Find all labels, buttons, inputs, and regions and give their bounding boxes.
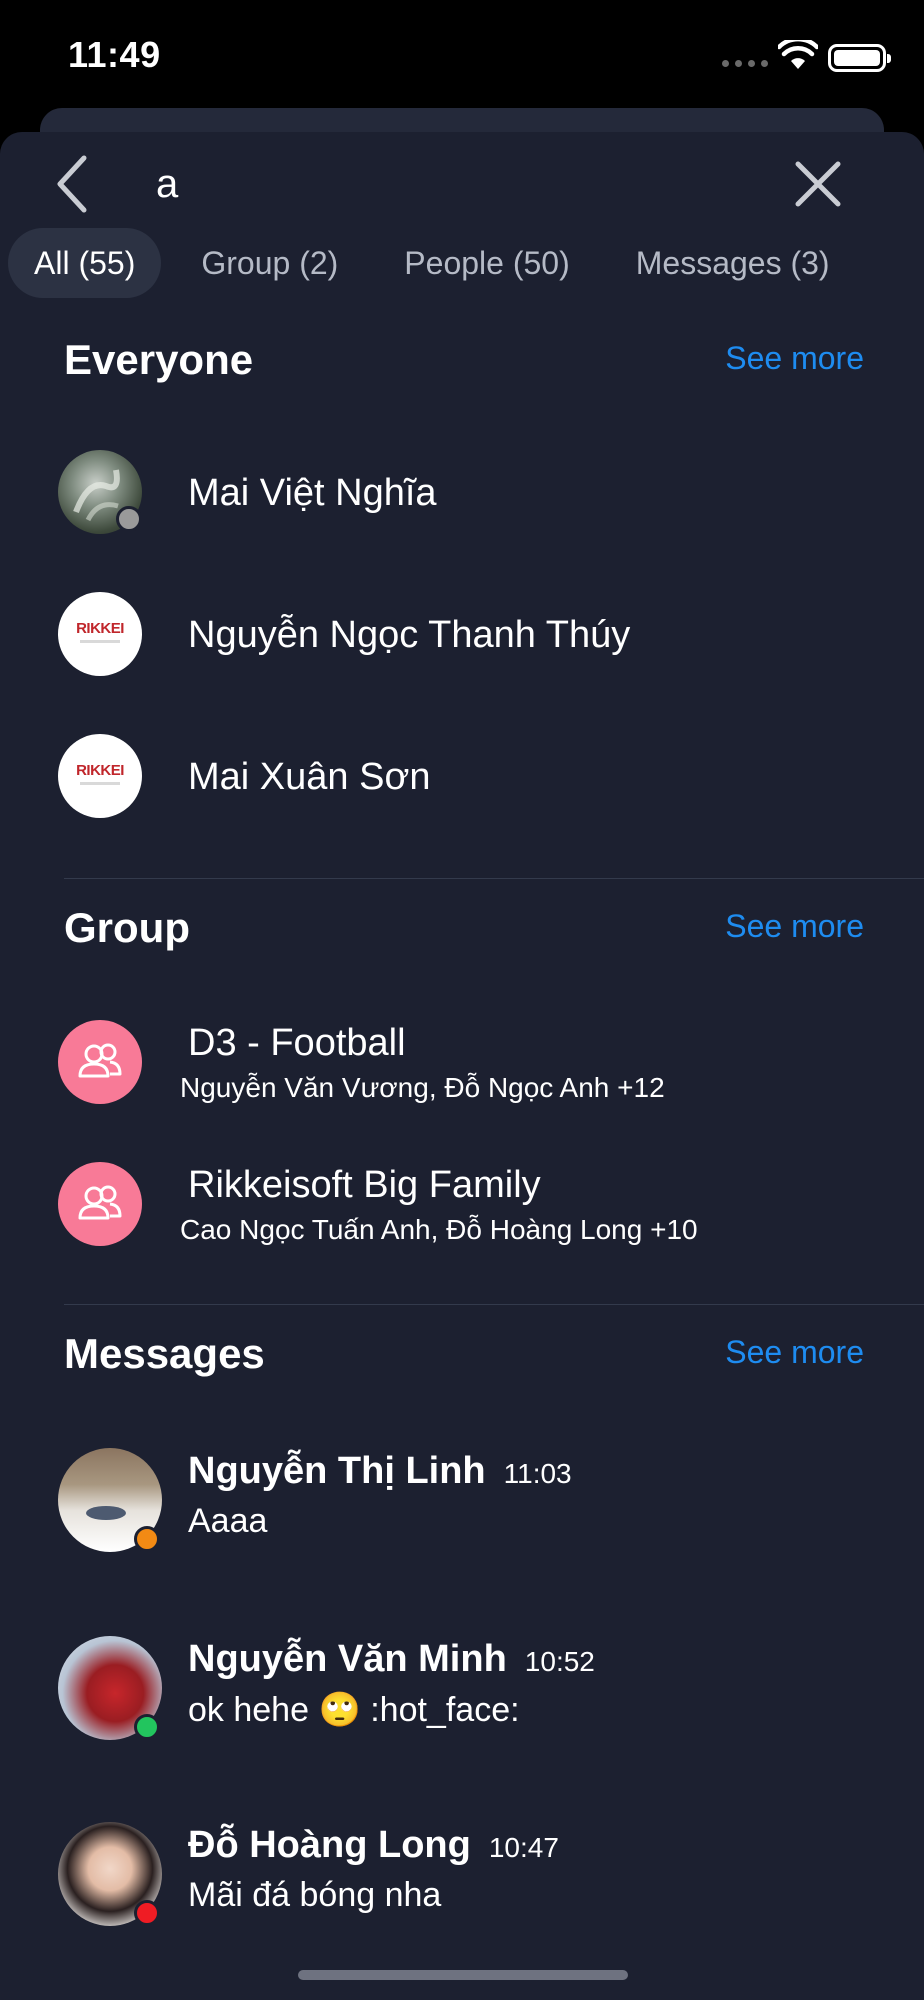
message-row[interactable]: Nguyễn Thị Linh 11:03 Aaaa — [0, 1448, 924, 1578]
status-bar: 11:49 — [0, 0, 924, 110]
close-icon[interactable] — [790, 156, 846, 212]
group-avatar — [58, 1020, 142, 1104]
section-title-messages: Messages — [64, 1330, 265, 1377]
person-name: Mai Việt Nghĩa — [188, 472, 437, 514]
message-sender: Nguyễn Thị Linh 11:03 — [188, 1450, 572, 1493]
message-sender: Đỗ Hoàng Long 10:47 — [188, 1824, 559, 1867]
sender-name: Nguyễn Văn Minh — [188, 1638, 507, 1680]
message-sender: Nguyễn Văn Minh 10:52 — [188, 1638, 595, 1681]
tab-group[interactable]: Group (2) — [175, 228, 364, 298]
see-more-group-button[interactable]: See more — [725, 908, 864, 945]
away-status-dot — [134, 1526, 160, 1552]
person-name: Nguyễn Ngọc Thanh Thúy — [188, 614, 631, 656]
logo-text: RIKKEI — [76, 762, 124, 779]
battery-icon — [828, 44, 891, 72]
filter-tabs: All (55) Group (2) People (50) Messages … — [8, 228, 870, 298]
message-time: 11:03 — [503, 1458, 572, 1489]
group-icon — [78, 1185, 122, 1220]
avatar — [58, 1636, 162, 1740]
logo-text: RIKKEI — [76, 620, 124, 637]
section-title-group: Group — [64, 904, 190, 951]
person-row[interactable]: Mai Việt Nghĩa — [0, 450, 924, 570]
tab-all[interactable]: All (55) — [8, 228, 162, 298]
tab-messages[interactable]: Messages (3) — [610, 228, 856, 298]
sender-name: Đỗ Hoàng Long — [188, 1824, 471, 1866]
person-name: Mai Xuân Sơn — [188, 756, 431, 798]
see-more-messages-button[interactable]: See more — [725, 1334, 864, 1371]
group-name: D3 - Football — [188, 1022, 406, 1064]
avatar — [58, 1822, 162, 1926]
online-status-dot — [134, 1714, 160, 1740]
group-row[interactable]: Rikkeisoft Big Family Cao Ngọc Tuấn Anh,… — [0, 1162, 924, 1282]
search-sheet: All (55) Group (2) People (50) Messages … — [0, 132, 924, 2000]
rikkei-logo-avatar: RIKKEI — [58, 592, 142, 676]
message-preview: Aaaa — [188, 1502, 268, 1540]
offline-status-dot — [116, 506, 142, 532]
busy-status-dot — [134, 1900, 160, 1926]
group-members: Nguyễn Văn Vương, Đỗ Ngọc Anh +12 — [180, 1072, 665, 1103]
person-row[interactable]: RIKKEI Nguyễn Ngọc Thanh Thúy — [0, 592, 924, 712]
section-title-everyone: Everyone — [64, 336, 254, 383]
search-input[interactable] — [156, 152, 756, 216]
back-arrow-icon[interactable] — [52, 152, 92, 216]
group-row[interactable]: D3 - Football Nguyễn Văn Vương, Đỗ Ngọc … — [0, 1020, 924, 1140]
person-row[interactable]: RIKKEI Mai Xuân Sơn — [0, 734, 924, 854]
avatar — [58, 450, 142, 534]
section-divider — [64, 1304, 924, 1305]
see-more-everyone-button[interactable]: See more — [725, 340, 864, 377]
message-row[interactable]: Nguyễn Văn Minh 10:52 ok hehe 🙄 :hot_face… — [0, 1636, 924, 1766]
group-avatar — [58, 1162, 142, 1246]
group-icon — [78, 1043, 122, 1078]
message-preview: ok hehe 🙄 :hot_face: — [188, 1691, 520, 1729]
message-time: 10:52 — [524, 1646, 595, 1677]
avatar — [58, 1448, 162, 1552]
group-members: Cao Ngọc Tuấn Anh, Đỗ Hoàng Long +10 — [180, 1214, 698, 1245]
tab-people[interactable]: People (50) — [378, 228, 595, 298]
sender-name: Nguyễn Thị Linh — [188, 1450, 486, 1492]
status-time: 11:49 — [68, 34, 161, 75]
message-row[interactable]: Đỗ Hoàng Long 10:47 Mãi đá bóng nha — [0, 1822, 924, 1952]
signal-icon — [722, 60, 768, 67]
home-indicator — [298, 1970, 628, 1980]
message-preview: Mãi đá bóng nha — [188, 1876, 442, 1914]
wifi-icon — [778, 40, 818, 69]
message-time: 10:47 — [488, 1832, 559, 1863]
section-divider — [64, 878, 924, 879]
rikkei-logo-avatar: RIKKEI — [58, 734, 142, 818]
group-name: Rikkeisoft Big Family — [188, 1164, 541, 1206]
